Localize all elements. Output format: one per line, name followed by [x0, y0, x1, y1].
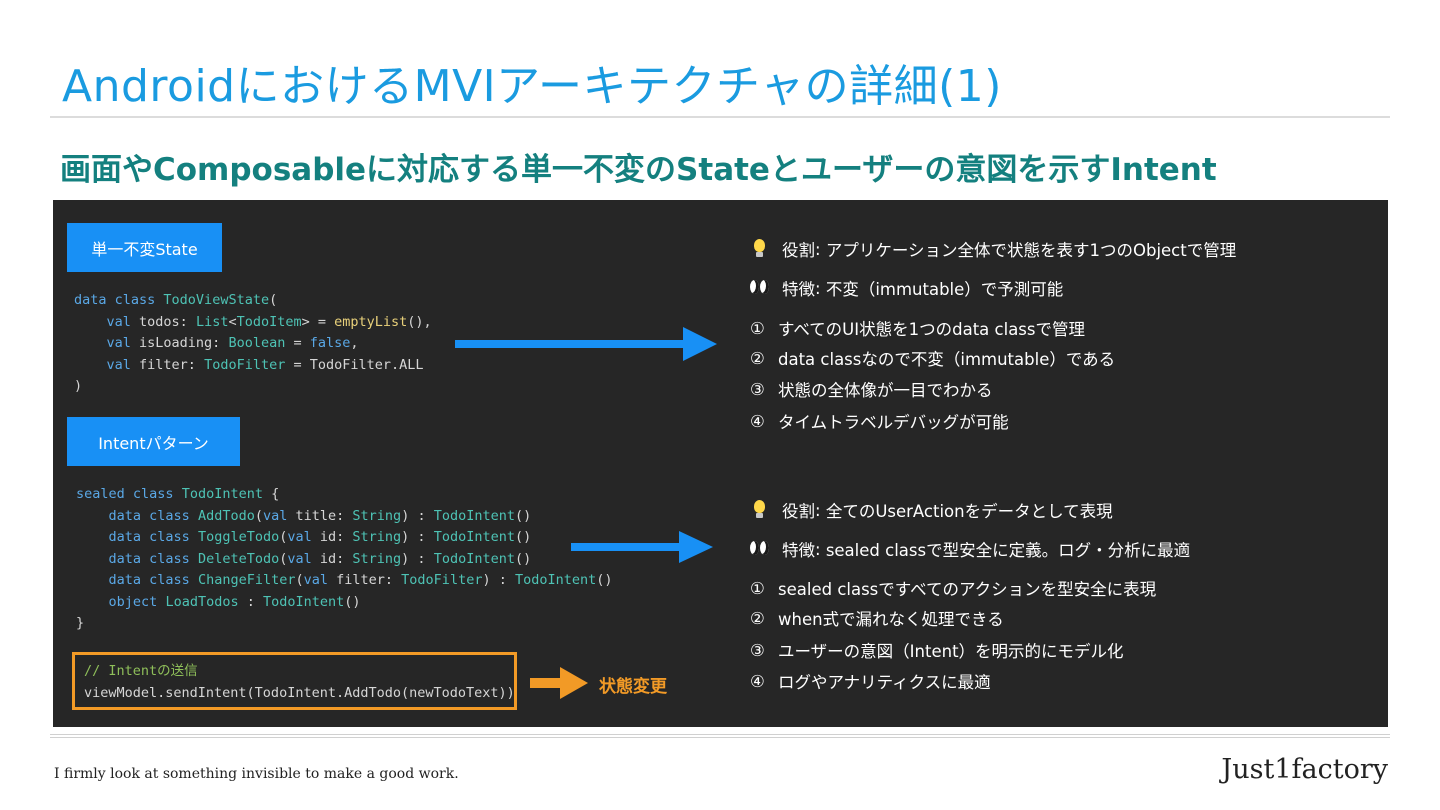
intent-code-block: sealed class TodoIntent { data class Add… [76, 486, 613, 631]
state-feature-label: 特徴 [782, 280, 815, 299]
state-tag: 単一不変State [67, 223, 222, 272]
intent-tag: Intentパターン [67, 417, 240, 466]
arrow-right-icon [455, 327, 717, 361]
intent-point-2: ② when式で漏れなく処理できる [750, 608, 1004, 630]
state-point-4: ④ タイムトラベルデバッグが可能 [750, 411, 1009, 433]
intent-role-text: 全てのUserActionをデータとして表現 [825, 502, 1113, 521]
footer-tagline: I firmly look at something invisible to … [54, 766, 459, 782]
intent-point-4: ④ ログやアナリティクスに最適 [750, 671, 991, 693]
content-panel: 単一不変State data class TodoViewState( val … [53, 200, 1388, 727]
eyes-icon [748, 277, 772, 299]
state-point-2: ② data classなので不変（immutable）である [750, 348, 1116, 370]
state-point-3: ③ 状態の全体像が一目でわかる [750, 379, 993, 401]
page-title: AndroidにおけるMVIアーキテクチャの詳細(1) [62, 61, 1002, 112]
send-intent-call: viewModel.sendIntent(TodoIntent.AddTodo(… [84, 684, 515, 701]
state-point-1: ① すべてのUI状態を1つのdata classで管理 [750, 318, 1085, 340]
send-intent-box: // Intentの送信 viewModel.sendIntent(TodoIn… [72, 652, 517, 710]
title-divider [50, 116, 1390, 118]
arrow-right-icon [571, 531, 713, 563]
state-change-label: 状態変更 [599, 677, 667, 697]
send-intent-code: // Intentの送信 viewModel.sendIntent(TodoIn… [84, 661, 515, 704]
lightbulb-icon [748, 499, 772, 521]
state-feature-text: 不変（immutable）で予測可能 [825, 280, 1064, 299]
intent-point-1: ① sealed classですべてのアクションを型安全に表現 [750, 578, 1157, 600]
send-intent-comment: // Intentの送信 [84, 663, 198, 679]
state-code-block: data class TodoViewState( val todos: Lis… [74, 292, 432, 394]
state-role-row: 役割: アプリケーション全体で状態を表す1つのObjectで管理 [748, 237, 1236, 261]
footer-brand-logo: Just1factory [1221, 754, 1388, 785]
state-role-text: アプリケーション全体で状態を表す1つのObjectで管理 [825, 241, 1237, 260]
intent-point-3: ③ ユーザーの意図（Intent）を明示的にモデル化 [750, 640, 1124, 662]
intent-feature-label: 特徴 [782, 541, 815, 560]
intent-role-label: 役割 [782, 502, 815, 521]
footer-divider [50, 734, 1390, 738]
intent-feature-text: sealed classで型安全に定義。ログ・分析に最適 [825, 541, 1191, 560]
intent-role-row: 役割: 全てのUserActionをデータとして表現 [748, 498, 1113, 522]
eyes-icon [748, 538, 772, 560]
intent-feature-row: 特徴: sealed classで型安全に定義。ログ・分析に最適 [748, 537, 1190, 561]
lightbulb-icon [748, 238, 772, 260]
state-role-label: 役割 [782, 241, 815, 260]
page-subtitle: 画面やComposableに対応する単一不変のStateとユーザーの意図を示すI… [60, 152, 1217, 188]
arrow-right-orange-icon [530, 667, 588, 699]
state-feature-row: 特徴: 不変（immutable）で予測可能 [748, 276, 1063, 300]
